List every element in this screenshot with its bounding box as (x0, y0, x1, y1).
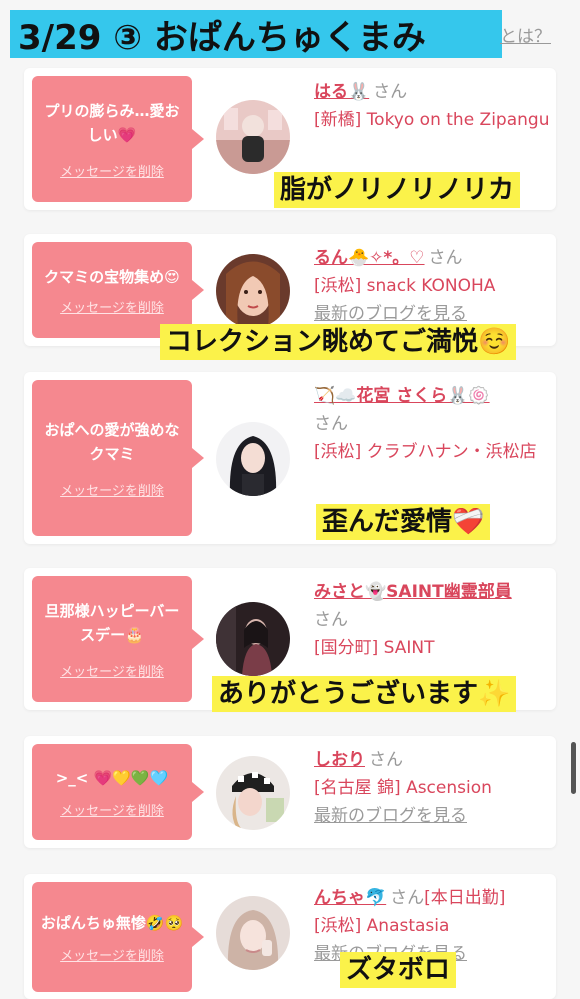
shop-name[interactable]: [浜松] Anastasia (314, 912, 550, 940)
cast-info: 🏹☁️花宮 さくら🐰🍥 さん [浜松] クラブハナン・浜松店 (314, 382, 550, 466)
avatar[interactable] (216, 602, 290, 676)
caption-label: ありがとうございます✨ (212, 676, 517, 712)
cast-name[interactable]: んちゃ🐬 (314, 888, 386, 908)
avatar[interactable] (216, 896, 290, 970)
honorific: さん (314, 610, 348, 630)
shop-name[interactable]: [浜松] snack KONOHA (314, 272, 550, 300)
shop-name[interactable]: [名古屋 錦] Ascension (314, 774, 550, 802)
on-duty-badge: [本日出勤] (424, 888, 506, 908)
message-bubble: >_< 💗💛💚🩵 メッセージを削除 (32, 744, 204, 840)
message-text: 旦那様ハッピーバースデー🎂 (44, 601, 180, 644)
avatar[interactable] (216, 100, 290, 174)
cast-name[interactable]: はる🐰 (314, 82, 369, 102)
cast-info: るん🐣✧*。♡ さん [浜松] snack KONOHA 最新のブログを見る (314, 244, 550, 328)
message-bubble: おぱへの愛が強めなクマミ メッセージを削除 (32, 380, 204, 536)
shop-name[interactable]: [浜松] クラブハナン・浜松店 (314, 438, 550, 466)
avatar[interactable] (216, 422, 290, 496)
honorific: さん (369, 750, 403, 770)
avatar[interactable] (216, 254, 290, 328)
delete-message-link[interactable]: メッセージを削除 (60, 800, 164, 819)
message-text: プリの膨らみ…愛おしい💗 (44, 101, 180, 144)
cast-info: しおり さん [名古屋 錦] Ascension 最新のブログを見る (314, 746, 550, 830)
message-bubble: 旦那様ハッピーバースデー🎂 メッセージを削除 (32, 576, 204, 702)
delete-message-link[interactable]: メッセージを削除 (60, 161, 164, 180)
avatar[interactable] (216, 756, 290, 830)
caption-label: 脂がノリノリノリカ (274, 172, 521, 208)
cast-name[interactable]: 🏹☁️花宮 さくら🐰🍥 (314, 382, 550, 410)
shop-name[interactable]: [国分町] SAINT (314, 634, 550, 662)
cast-name[interactable]: みさと👻SAINT幽霊部員 (314, 578, 550, 606)
delete-message-link[interactable]: メッセージを削除 (60, 297, 164, 316)
honorific: さん (428, 248, 463, 268)
honorific: さん (314, 414, 348, 434)
cast-name[interactable]: しおり (314, 750, 365, 770)
caption-label: コレクション眺めてご満悦☺️ (160, 324, 517, 360)
about-link[interactable]: とは？ (500, 22, 551, 47)
message-text: >_< 💗💛💚🩵 (55, 768, 169, 787)
shop-name[interactable]: [新橋] Tokyo on the Zipangu (314, 106, 550, 134)
message-bubble: プリの膨らみ…愛おしい💗 メッセージを削除 (32, 76, 204, 202)
message-text: クマミの宝物集め😍 (44, 267, 180, 286)
cast-info: みさと👻SAINT幽霊部員 さん [国分町] SAINT (314, 578, 550, 662)
latest-blog-link[interactable]: 最新のブログを見る (314, 802, 550, 830)
scrollbar-thumb[interactable] (571, 742, 576, 794)
caption-label: 歪んだ愛情❤️‍🩹 (316, 504, 491, 540)
delete-message-link[interactable]: メッセージを削除 (60, 480, 164, 499)
cast-name[interactable]: るん🐣✧*。♡ (314, 248, 425, 268)
page-title: 3/29 ③ おぱんちゅくまみ (18, 17, 426, 58)
page-header: 3/29 ③ おぱんちゅくまみ (10, 10, 502, 58)
delete-message-link[interactable]: メッセージを削除 (60, 945, 164, 964)
honorific: さん (390, 888, 425, 908)
message-bubble: おぱんちゅ無惨🤣🥺 メッセージを削除 (32, 882, 204, 992)
honorific: さん (373, 82, 408, 102)
message-card: >_< 💗💛💚🩵 メッセージを削除 しおり さん [名古屋 錦] Ascensio… (24, 736, 556, 848)
message-text: おぱへの愛が強めなクマミ (44, 420, 180, 463)
delete-message-link[interactable]: メッセージを削除 (60, 661, 164, 680)
message-card: おぱんちゅ無惨🤣🥺 メッセージを削除 んちゃ🐬 さん[本日出勤] [浜松] Ana… (24, 874, 556, 999)
caption-label: ズタボロ (340, 952, 457, 988)
message-text: おぱんちゅ無惨🤣🥺 (40, 913, 184, 932)
cast-info: はる🐰 さん [新橋] Tokyo on the Zipangu (314, 78, 550, 134)
